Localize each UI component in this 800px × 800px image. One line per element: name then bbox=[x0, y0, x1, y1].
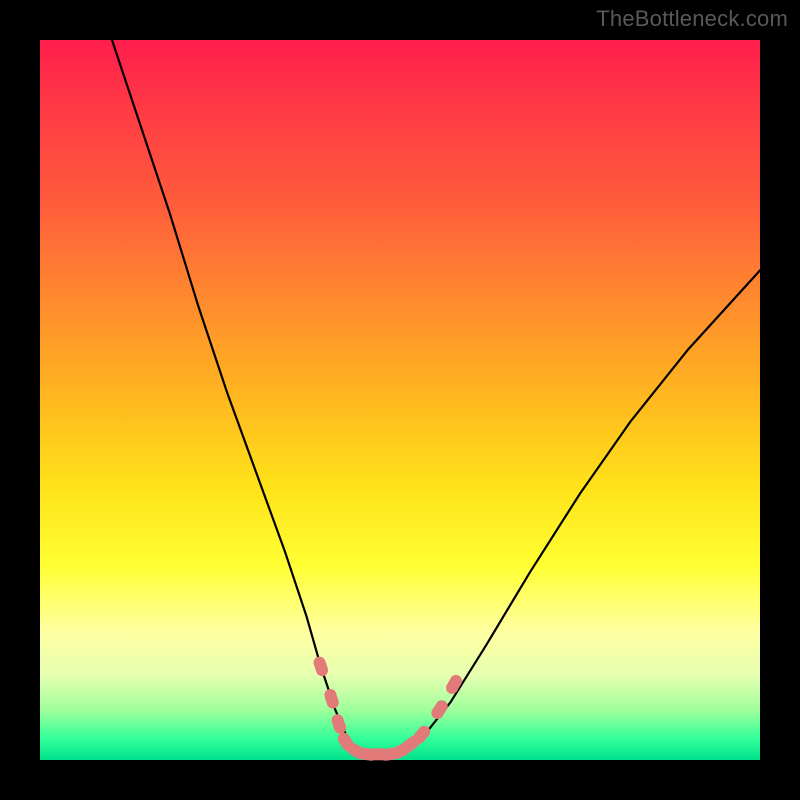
highlight-markers bbox=[312, 655, 464, 761]
highlight-marker bbox=[429, 698, 450, 721]
highlight-marker bbox=[323, 687, 340, 710]
bottleneck-curve bbox=[112, 40, 760, 756]
plot-area bbox=[40, 40, 760, 760]
highlight-marker bbox=[312, 655, 330, 678]
chart-stage: TheBottleneck.com bbox=[0, 0, 800, 800]
curve-svg bbox=[40, 40, 760, 760]
watermark-text: TheBottleneck.com bbox=[596, 6, 788, 32]
